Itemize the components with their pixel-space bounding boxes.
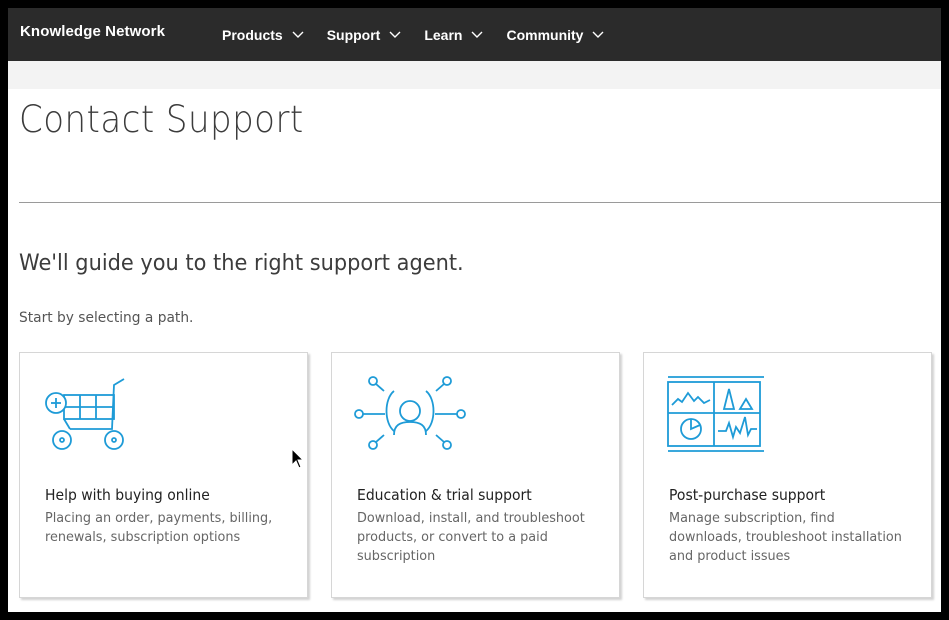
menu-community[interactable]: Community — [506, 8, 604, 61]
dashboard-icon — [667, 376, 764, 452]
card-buying-online[interactable]: Help with buying online Placing an order… — [19, 352, 308, 598]
chevron-down-icon — [292, 31, 304, 38]
shopping-cart-icon — [45, 378, 125, 450]
menu-products[interactable]: Products — [222, 8, 304, 61]
main-menu: Products Support Learn Community — [222, 8, 627, 61]
card-title: Help with buying online — [45, 486, 210, 504]
menu-support-label: Support — [326, 26, 381, 43]
top-navigation-bar: Knowledge Network Products Support Learn… — [8, 8, 941, 61]
card-title: Education & trial support — [357, 486, 532, 504]
sub-header-bar — [8, 61, 941, 89]
page-title: Contact Support — [19, 98, 304, 141]
card-post-purchase[interactable]: Post-purchase support Manage subscriptio… — [643, 352, 932, 598]
card-description: Manage subscription, find downloads, tro… — [669, 510, 902, 564]
browser-viewport: Knowledge Network Products Support Learn… — [8, 8, 941, 612]
menu-products-label: Products — [222, 26, 283, 43]
menu-learn[interactable]: Learn — [424, 8, 483, 61]
menu-support[interactable]: Support — [327, 8, 402, 61]
chevron-down-icon — [471, 31, 483, 38]
menu-learn-label: Learn — [424, 26, 463, 43]
card-description: Download, install, and troubleshoot prod… — [357, 510, 585, 564]
mouse-pointer-icon — [291, 448, 305, 469]
brand-logo-text[interactable]: Knowledge Network — [20, 23, 165, 40]
divider — [19, 202, 941, 203]
start-instruction: Start by selecting a path. — [19, 310, 194, 326]
card-education-trial[interactable]: Education & trial support Download, inst… — [331, 352, 620, 598]
guide-heading: We'll guide you to the right support age… — [19, 251, 464, 276]
card-description: Placing an order, payments, billing, ren… — [45, 510, 273, 545]
card-title: Post-purchase support — [669, 486, 826, 504]
menu-community-label: Community — [506, 26, 584, 43]
chevron-down-icon — [389, 31, 401, 38]
chevron-down-icon — [592, 31, 604, 38]
person-network-icon — [354, 376, 466, 450]
